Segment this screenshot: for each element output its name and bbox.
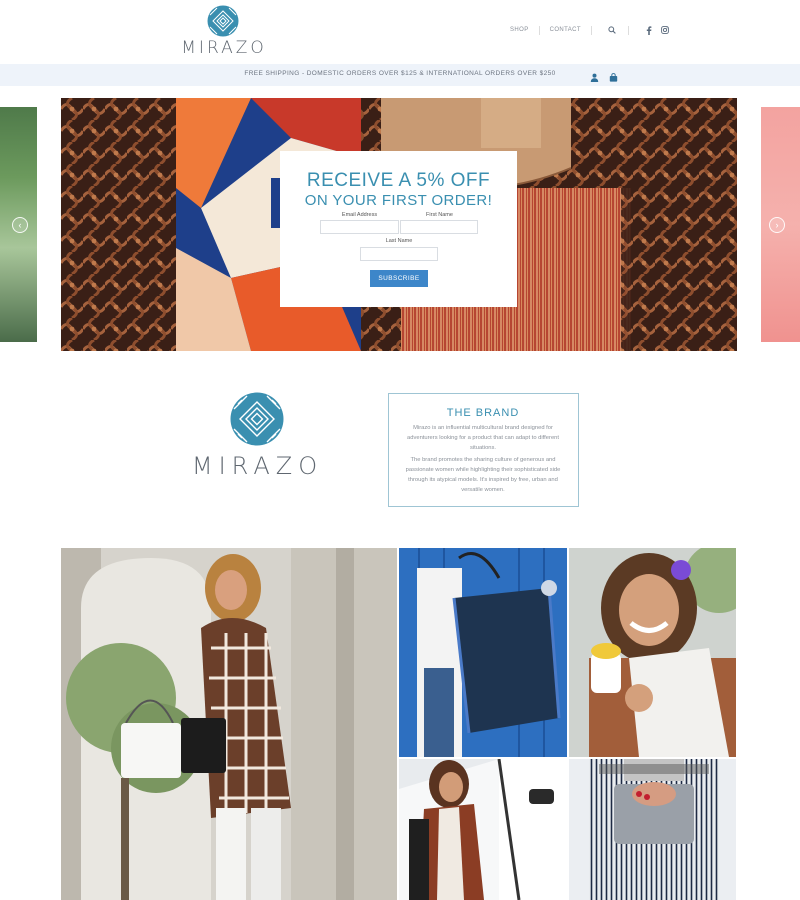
popup-subtitle: ON YOUR FIRST ORDER! — [304, 192, 493, 209]
brand-paragraph: Mirazo is an influential multicultural b… — [407, 425, 559, 451]
site-header: MIRAZO SHOP CONTACT — [0, 0, 800, 64]
brand-logo-text: MIRAZO — [191, 452, 324, 480]
nav-shop[interactable]: SHOP — [510, 27, 529, 33]
last-name-label: Last Name — [385, 238, 413, 244]
photo-image — [399, 759, 567, 900]
photo-image — [569, 548, 736, 757]
popup-title: RECEIVE A 5% OFF — [306, 170, 491, 191]
cart-icon[interactable] — [609, 69, 618, 87]
brand-description-box: THE BRAND Mirazo is an influential multi… — [388, 393, 579, 507]
logo-text[interactable]: MIRAZO — [178, 38, 270, 58]
gallery-photo-patterned-tunic[interactable] — [61, 548, 397, 900]
brand-title: THE BRAND — [446, 407, 520, 419]
first-name-field[interactable] — [400, 220, 478, 234]
main-nav: SHOP CONTACT — [510, 22, 671, 38]
logo-icon[interactable] — [207, 5, 239, 37]
first-name-label: First Name — [426, 212, 453, 218]
gallery-photo-ice-cream[interactable] — [569, 548, 736, 757]
search-icon[interactable] — [606, 24, 618, 36]
chevron-right-icon: › — [775, 220, 779, 230]
nav-contact[interactable]: CONTACT — [550, 27, 581, 33]
gallery-photo-navy-tote[interactable] — [399, 548, 567, 757]
nav-divider — [627, 25, 629, 35]
shipping-text: FREE SHIPPING - DOMESTIC ORDERS OVER $12… — [244, 70, 556, 77]
email-label: Email Address — [341, 212, 378, 218]
photo-image — [399, 548, 567, 757]
instagram-icon[interactable] — [659, 24, 671, 36]
newsletter-signup-form: RECEIVE A 5% OFF ON YOUR FIRST ORDER! Em… — [280, 151, 517, 307]
nav-divider — [538, 25, 540, 35]
account-icons — [590, 69, 618, 87]
subscribe-button[interactable]: SUBSCRIBE — [370, 270, 428, 287]
slider-next-button[interactable]: › — [769, 217, 785, 233]
nav-divider — [590, 25, 592, 35]
chevron-left-icon: ‹ — [18, 220, 22, 230]
brand-logo-icon — [230, 392, 284, 446]
user-icon[interactable] — [590, 69, 599, 87]
gallery-photo-car[interactable] — [399, 759, 567, 900]
photo-image — [569, 759, 736, 900]
photo-image — [61, 548, 397, 900]
gallery-photo-fringe-bag[interactable] — [569, 759, 736, 900]
slider-prev-button[interactable]: ‹ — [12, 217, 28, 233]
last-name-field[interactable] — [360, 247, 438, 261]
facebook-icon[interactable] — [643, 24, 655, 36]
brand-paragraph: The brand promotes the sharing culture o… — [405, 457, 561, 493]
shipping-banner: FREE SHIPPING - DOMESTIC ORDERS OVER $12… — [0, 64, 800, 86]
email-field[interactable] — [320, 220, 399, 234]
